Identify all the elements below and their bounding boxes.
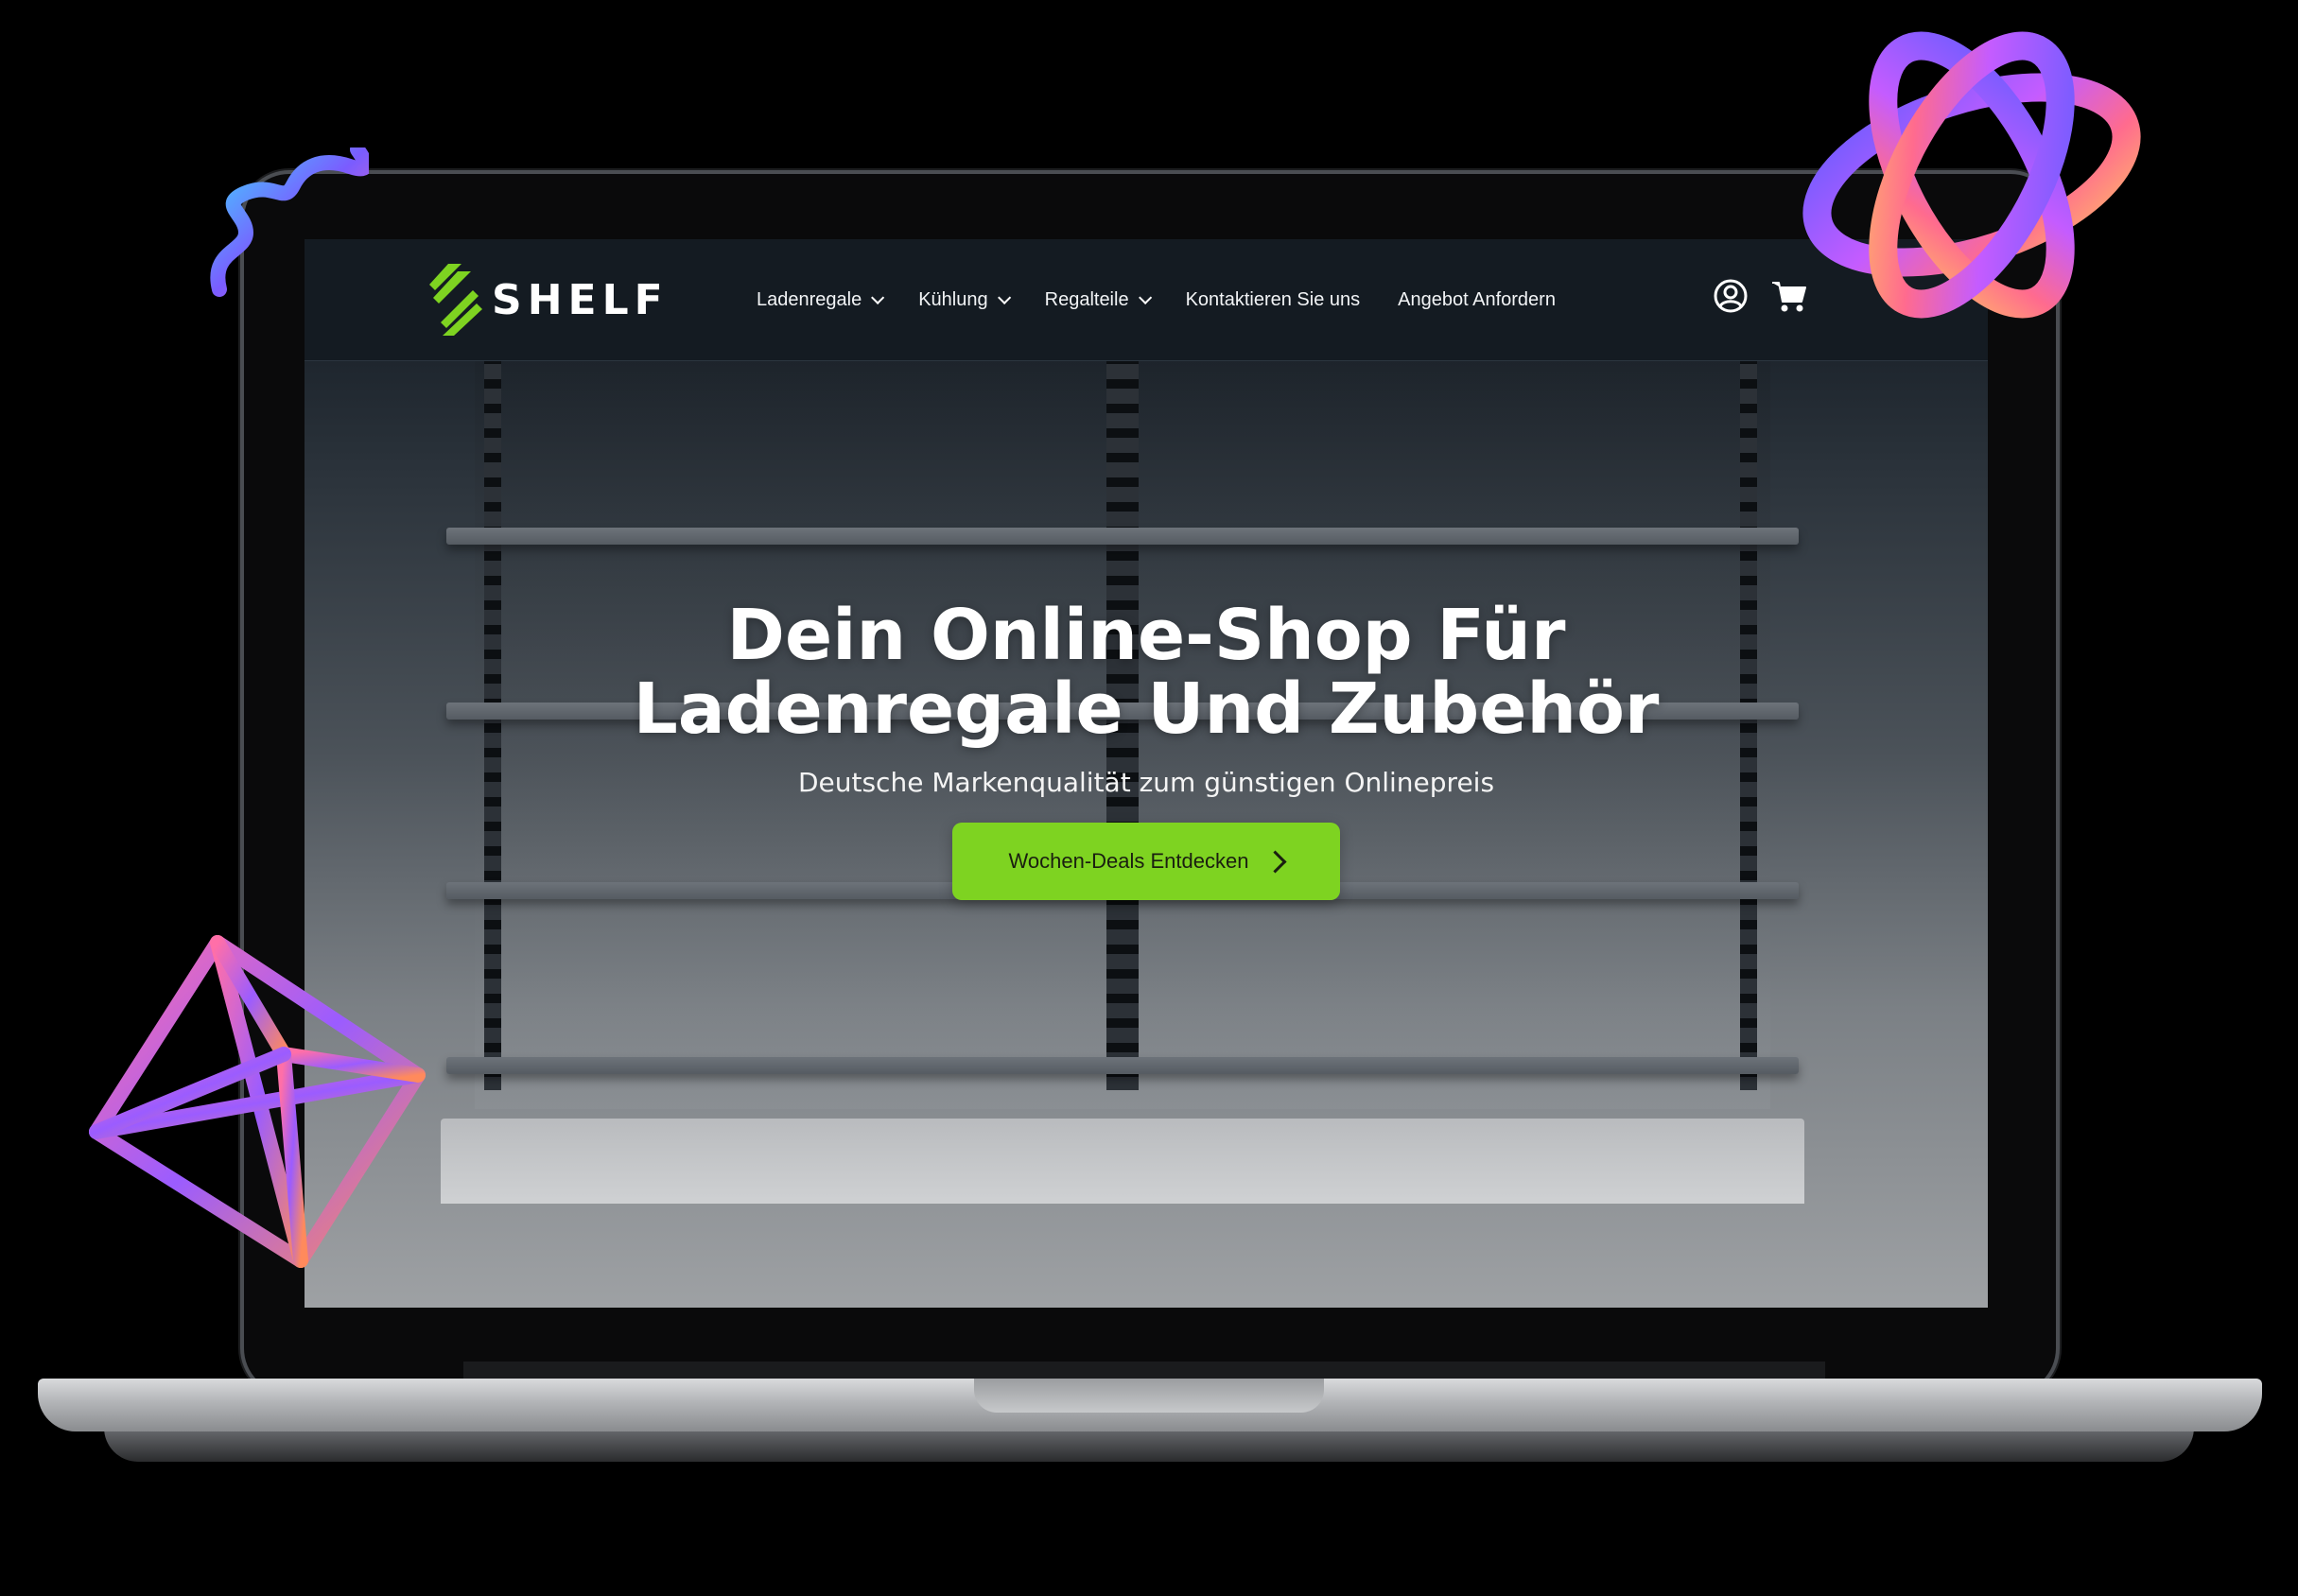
chevron-down-icon <box>1138 290 1152 304</box>
hero-subtitle: Deutsche Markenqualität zum günstigen On… <box>797 767 1495 798</box>
header-actions <box>1712 277 1829 315</box>
chevron-down-icon <box>871 290 885 304</box>
nav-item-ladenregale[interactable]: Ladenregale <box>757 288 885 311</box>
hero-section: Dein Online-Shop Für Ladenregale Und Zub… <box>305 598 1988 900</box>
nav-item-angebot[interactable]: Angebot Anfordern <box>1398 289 1556 311</box>
nav-item-label: Angebot Anfordern <box>1398 288 1556 310</box>
nav-item-kontakt[interactable]: Kontaktieren Sie uns <box>1186 289 1361 311</box>
cta-label: Wochen-Deals Entdecken <box>1008 849 1249 873</box>
hero-title-line-2: Ladenregale Und Zubehör <box>633 668 1660 750</box>
chevron-down-icon <box>997 290 1011 304</box>
main-navigation: Ladenregale Kühlung Regalteile Kontaktie… <box>757 281 1593 319</box>
nav-item-label: Kontaktieren Sie uns <box>1185 288 1361 310</box>
shopping-cart-icon[interactable] <box>1770 277 1808 315</box>
website-screen: SHELF Ladenregale Kühlung Regalteile Kon… <box>305 239 1988 1308</box>
logo-mark-icon <box>429 264 482 336</box>
laptop-base-bottom <box>104 1428 2194 1462</box>
laptop-opening-notch <box>974 1379 1324 1413</box>
nav-item-regalteile[interactable]: Regalteile <box>1044 288 1152 311</box>
nav-item-label: Kühlung <box>918 288 988 310</box>
wochen-deals-button[interactable]: Wochen-Deals Entdecken <box>952 823 1340 900</box>
nav-item-label: Ladenregale <box>757 288 862 310</box>
brand-logo[interactable]: SHELF <box>429 262 669 338</box>
brand-name: SHELF <box>492 275 669 324</box>
chevron-right-icon <box>1263 849 1288 874</box>
nav-item-label: Regalteile <box>1044 288 1129 310</box>
shelf-base <box>441 1119 1804 1204</box>
user-account-icon[interactable] <box>1712 277 1750 315</box>
hero-title-line-1: Dein Online-Shop Für <box>726 595 1566 676</box>
nav-item-kuehlung[interactable]: Kühlung <box>918 288 1011 311</box>
shelf-board <box>446 1057 1799 1074</box>
hero-title: Dein Online-Shop Für Ladenregale Und Zub… <box>305 598 1988 746</box>
shelf-board <box>446 528 1799 545</box>
site-header: SHELF Ladenregale Kühlung Regalteile Kon… <box>305 239 1988 361</box>
